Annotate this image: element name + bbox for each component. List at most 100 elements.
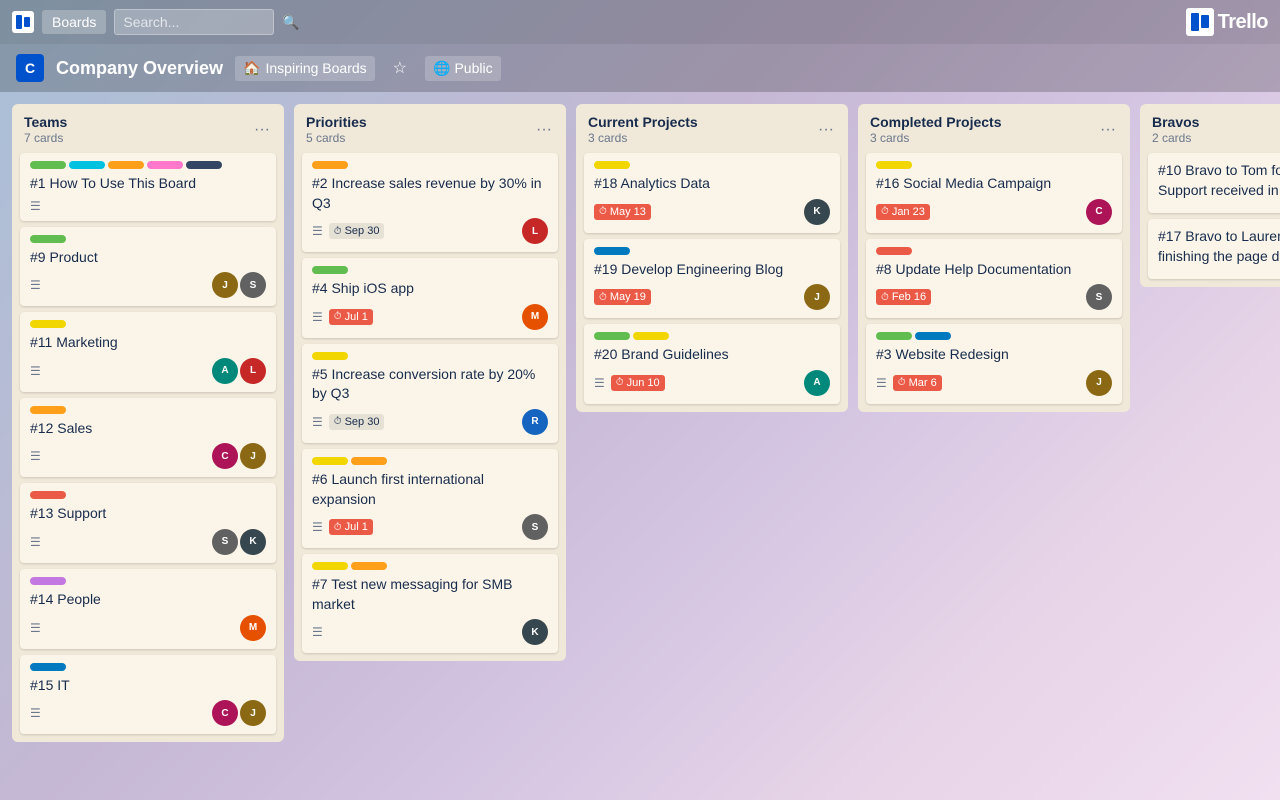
card-label bbox=[312, 457, 348, 465]
card[interactable]: #20 Brand Guidelines ☰ ⏱ Jun 10 A bbox=[584, 324, 840, 404]
card-avatars: CJ bbox=[212, 700, 266, 726]
boards-button[interactable]: Boards bbox=[42, 10, 106, 34]
card[interactable]: #17 Bravo to Lauren for lead and finishi… bbox=[1148, 219, 1280, 279]
description-icon: ☰ bbox=[30, 364, 41, 378]
card-meta: ☰ bbox=[30, 364, 41, 378]
card-meta: ☰ ⏱ Jul 1 bbox=[312, 519, 373, 535]
card-due-date: ⏱ Jan 23 bbox=[876, 204, 930, 220]
column-menu-button[interactable]: ··· bbox=[1098, 119, 1118, 141]
search-input[interactable] bbox=[114, 9, 274, 35]
description-icon: ☰ bbox=[30, 449, 41, 463]
description-icon: ☰ bbox=[876, 376, 887, 390]
card-avatars: CJ bbox=[212, 443, 266, 469]
card[interactable]: #12 Sales ☰CJ bbox=[20, 398, 276, 478]
column-priorities: Priorities 5 cards ··· #2 Increase sales… bbox=[294, 104, 566, 661]
card-meta: ☰ ⏱ Mar 6 bbox=[876, 375, 942, 391]
trello-logo: Trello bbox=[1186, 8, 1268, 36]
board-title: Company Overview bbox=[56, 58, 223, 79]
globe-icon: 🌐 bbox=[433, 60, 450, 77]
card-due-date: ⏱ Jun 10 bbox=[611, 375, 665, 391]
card-label bbox=[147, 161, 183, 169]
card[interactable]: #2 Increase sales revenue by 30% in Q3 ☰… bbox=[302, 153, 558, 252]
card-avatars: AL bbox=[212, 358, 266, 384]
card-label bbox=[312, 562, 348, 570]
card[interactable]: #14 People ☰M bbox=[20, 569, 276, 649]
description-icon: ☰ bbox=[30, 706, 41, 720]
card[interactable]: #11 Marketing ☰AL bbox=[20, 312, 276, 392]
card-labels bbox=[312, 457, 548, 465]
card-avatars: C bbox=[1086, 199, 1112, 225]
card-meta: ☰ ⏱ Jun 10 bbox=[594, 375, 665, 391]
description-icon: ☰ bbox=[30, 535, 41, 549]
column-title: Completed Projects bbox=[870, 114, 1001, 130]
card[interactable]: #13 Support ☰SK bbox=[20, 483, 276, 563]
card[interactable]: #19 Develop Engineering Blog ⏱ May 19 J bbox=[584, 239, 840, 319]
avatar: J bbox=[804, 284, 830, 310]
card[interactable]: #6 Launch first international expansion … bbox=[302, 449, 558, 548]
card[interactable]: #3 Website Redesign ☰ ⏱ Mar 6 J bbox=[866, 324, 1122, 404]
card-footer: ☰K bbox=[312, 619, 548, 645]
card-meta: ☰ bbox=[312, 625, 323, 639]
due-date-label: Feb 16 bbox=[892, 291, 926, 303]
column-title: Teams bbox=[24, 114, 67, 130]
clock-icon: ⏱ bbox=[334, 226, 342, 237]
card[interactable]: #1 How To Use This Board ☰ bbox=[20, 153, 276, 221]
card-footer: ☰ ⏱ Sep 30 R bbox=[312, 409, 548, 435]
card[interactable]: #8 Update Help Documentation ⏱ Feb 16 S bbox=[866, 239, 1122, 319]
avatar: J bbox=[240, 443, 266, 469]
card-meta: ☰ bbox=[30, 621, 41, 635]
avatar: K bbox=[240, 529, 266, 555]
card[interactable]: #5 Increase conversion rate by 20% by Q3… bbox=[302, 344, 558, 443]
workspace-button[interactable]: 🏠 Inspiring Boards bbox=[235, 56, 375, 81]
column-menu-button[interactable]: ··· bbox=[534, 119, 554, 141]
board-icon: C bbox=[16, 54, 44, 82]
card[interactable]: #18 Analytics Data ⏱ May 13 K bbox=[584, 153, 840, 233]
card[interactable]: #16 Social Media Campaign ⏱ Jan 23 C bbox=[866, 153, 1122, 233]
card-footer: ⏱ Jan 23 C bbox=[876, 199, 1112, 225]
due-date-label: May 13 bbox=[610, 206, 646, 218]
column-menu-button[interactable]: ··· bbox=[816, 119, 836, 141]
card-footer: ☰ ⏱ Jul 1 S bbox=[312, 514, 548, 540]
column-count: 7 cards bbox=[24, 131, 67, 145]
due-date-label: Jul 1 bbox=[345, 521, 368, 533]
card[interactable]: #9 Product ☰JS bbox=[20, 227, 276, 307]
avatar: J bbox=[240, 700, 266, 726]
column-menu-button[interactable]: ··· bbox=[252, 119, 272, 141]
card-title: #20 Brand Guidelines bbox=[594, 345, 830, 365]
avatar: C bbox=[212, 700, 238, 726]
card-avatars: M bbox=[240, 615, 266, 641]
card-label bbox=[594, 161, 630, 169]
card[interactable]: #10 Bravo to Tom for most Customer Suppo… bbox=[1148, 153, 1280, 213]
card-title: #19 Develop Engineering Blog bbox=[594, 260, 830, 280]
avatar: J bbox=[212, 272, 238, 298]
card-labels bbox=[30, 663, 266, 671]
clock-icon: ⏱ bbox=[334, 416, 342, 427]
card-title: #6 Launch first international expansion bbox=[312, 470, 548, 509]
card[interactable]: #15 IT ☰ CJ bbox=[20, 655, 276, 735]
card-footer: ☰ ⏱ Sep 30 L bbox=[312, 218, 548, 244]
card-labels bbox=[30, 406, 266, 414]
card-meta: ⏱ Feb 16 bbox=[876, 289, 931, 305]
card[interactable]: #4 Ship iOS app ☰ ⏱ Jul 1 M bbox=[302, 258, 558, 338]
card-due-date: ⏱ Sep 30 bbox=[329, 223, 385, 239]
card-meta: ☰ ⏱ Sep 30 bbox=[312, 414, 384, 430]
card-labels bbox=[876, 332, 1112, 340]
avatar: K bbox=[804, 199, 830, 225]
card-avatars: K bbox=[522, 619, 548, 645]
board-header: C Company Overview 🏠 Inspiring Boards ☆ … bbox=[0, 44, 1280, 92]
visibility-button[interactable]: 🌐 Public bbox=[425, 56, 501, 81]
card[interactable]: #7 Test new messaging for SMB market ☰K bbox=[302, 554, 558, 653]
card-avatars: SK bbox=[212, 529, 266, 555]
column-body: #18 Analytics Data ⏱ May 13 K#19 Develop… bbox=[576, 149, 848, 412]
due-date-label: Jul 1 bbox=[345, 311, 368, 323]
column-header: Current Projects 3 cards ··· bbox=[576, 104, 848, 149]
card-title: #15 IT bbox=[30, 676, 266, 696]
description-icon: ☰ bbox=[312, 310, 323, 324]
card-label bbox=[186, 161, 222, 169]
board-content: Teams 7 cards ··· #1 How To Use This Boa… bbox=[0, 92, 1280, 800]
card-label bbox=[876, 332, 912, 340]
column-count: 3 cards bbox=[870, 131, 1001, 145]
due-date-label: Sep 30 bbox=[345, 225, 380, 237]
column-title: Bravos bbox=[1152, 114, 1199, 130]
star-button[interactable]: ☆ bbox=[387, 56, 413, 80]
